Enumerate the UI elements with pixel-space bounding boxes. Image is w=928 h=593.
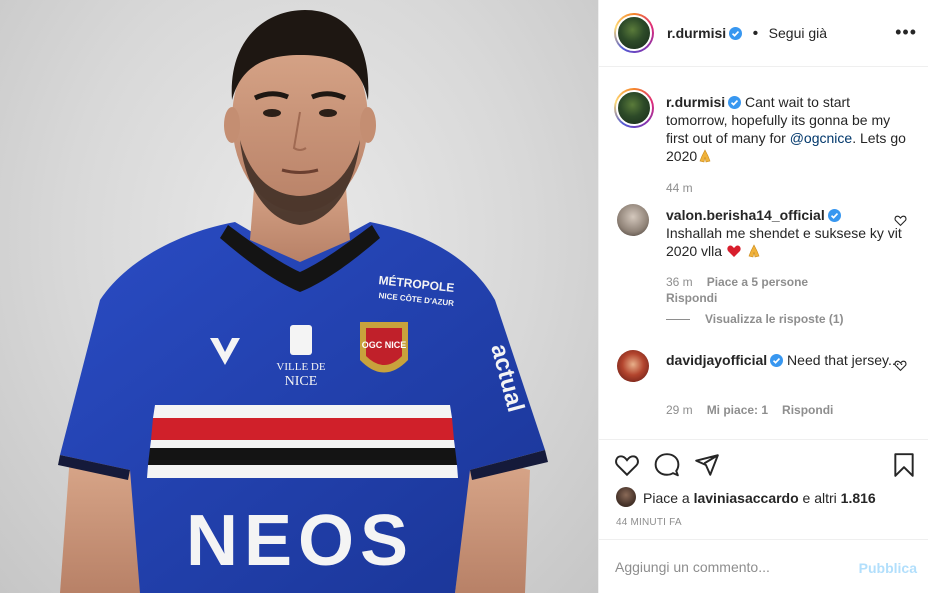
commenter-avatar[interactable] bbox=[617, 350, 649, 382]
comment-likes[interactable]: Piace a 5 persone bbox=[707, 275, 808, 289]
likes-suffix: e altri bbox=[798, 490, 841, 506]
post-photo[interactable]: OGC NICE VILLE DE NICE MÉTROPOLE NICE CÔ… bbox=[0, 0, 598, 593]
stripe-white-mid bbox=[150, 440, 455, 448]
comment-body: Need that jersey.... bbox=[787, 352, 904, 368]
owner-avatar[interactable] bbox=[614, 13, 654, 53]
comments-list: r.durmisi Cant wait to start tomorrow, h… bbox=[599, 68, 928, 440]
city-line1: VILLE DE bbox=[276, 361, 325, 373]
publish-button[interactable]: Pubblica bbox=[859, 560, 917, 576]
comment-time: 29 m bbox=[666, 403, 693, 417]
verified-badge-icon bbox=[770, 354, 784, 367]
commenter-username[interactable]: davidjayofficial bbox=[666, 352, 767, 368]
crest-text: OGC NICE bbox=[362, 340, 407, 350]
bookmark-icon[interactable] bbox=[891, 452, 917, 478]
likes-prefix: Piace a bbox=[643, 490, 694, 506]
owner-username[interactable]: r.durmisi bbox=[667, 25, 726, 41]
comment-like-heart-icon[interactable] bbox=[894, 359, 907, 372]
comment-likes[interactable]: Mi piace: 1 bbox=[707, 403, 768, 417]
caption-time: 44 m bbox=[666, 181, 693, 195]
comment-text: valon.berisha14_official Inshallah me sh… bbox=[666, 206, 906, 260]
commenter-username[interactable]: valon.berisha14_official bbox=[666, 207, 825, 223]
header-separator: • bbox=[752, 25, 759, 42]
replies-divider bbox=[666, 319, 690, 320]
comment-input[interactable] bbox=[615, 554, 845, 580]
mention-link[interactable]: @ogcnice bbox=[790, 130, 852, 146]
reply-button[interactable]: Rispondi bbox=[666, 291, 717, 305]
commenter-avatar[interactable] bbox=[617, 204, 649, 236]
verified-badge-icon bbox=[827, 209, 841, 222]
post-side-panel: r.durmisi • Segui già ••• r.durmisi Cant… bbox=[598, 0, 928, 593]
folded-hands-emoji bbox=[748, 244, 760, 258]
share-icon[interactable] bbox=[694, 452, 720, 478]
more-horizontal-icon[interactable]: ••• bbox=[895, 22, 917, 43]
owner-line: r.durmisi • Segui già bbox=[667, 25, 827, 43]
comment-like-heart-icon[interactable] bbox=[894, 214, 907, 227]
city-line2: NICE bbox=[285, 374, 318, 389]
view-replies-button[interactable]: Visualizza le risposte (1) bbox=[705, 312, 844, 326]
heart-icon[interactable] bbox=[614, 452, 640, 478]
red-heart-emoji bbox=[727, 245, 741, 257]
city-emblem bbox=[290, 325, 312, 355]
comment-icon[interactable] bbox=[654, 452, 680, 478]
caption-avatar[interactable] bbox=[614, 88, 654, 128]
post-header: r.durmisi • Segui già ••• bbox=[599, 0, 928, 67]
folded-hands-emoji bbox=[699, 149, 711, 163]
comment-meta: 36 m Piace a 5 persone bbox=[666, 275, 822, 289]
stripe-red bbox=[151, 418, 454, 440]
player-illustration: OGC NICE VILLE DE NICE MÉTROPOLE NICE CÔ… bbox=[58, 10, 548, 593]
main-sponsor: NEOS bbox=[186, 501, 414, 581]
stripe-black bbox=[148, 448, 457, 465]
post-time-ago[interactable]: 44 minuti fa bbox=[616, 517, 682, 528]
reply-button[interactable]: Rispondi bbox=[782, 403, 833, 417]
add-comment-bar: Pubblica bbox=[599, 539, 928, 593]
likes-summary: Piace a laviniasaccardo e altri 1.816 bbox=[643, 490, 876, 506]
comment-reply-row: Rispondi bbox=[666, 291, 731, 305]
stripe-white-bottom bbox=[147, 465, 458, 478]
follow-status-button[interactable]: Segui già bbox=[769, 25, 827, 41]
comment-meta: 29 m Mi piace: 1 Rispondi bbox=[666, 403, 847, 417]
caption-text: r.durmisi Cant wait to start tomorrow, h… bbox=[666, 93, 906, 165]
comment-body: Inshallah me shendet e suksese ky vit 20… bbox=[666, 225, 902, 259]
verified-badge-icon bbox=[729, 27, 743, 40]
caption-meta: 44 m bbox=[666, 181, 707, 195]
caption-username[interactable]: r.durmisi bbox=[666, 94, 725, 110]
comment-text: davidjayofficial Need that jersey.... bbox=[666, 351, 906, 369]
comment-time: 36 m bbox=[666, 275, 693, 289]
stripe-white-top bbox=[153, 405, 452, 418]
verified-badge-icon bbox=[728, 96, 742, 109]
liker-avatar[interactable] bbox=[616, 487, 636, 507]
likes-count[interactable]: 1.816 bbox=[841, 490, 876, 506]
post-actions: Piace a laviniasaccardo e altri 1.816 44… bbox=[599, 439, 928, 539]
liker-username[interactable]: laviniasaccardo bbox=[694, 490, 799, 506]
